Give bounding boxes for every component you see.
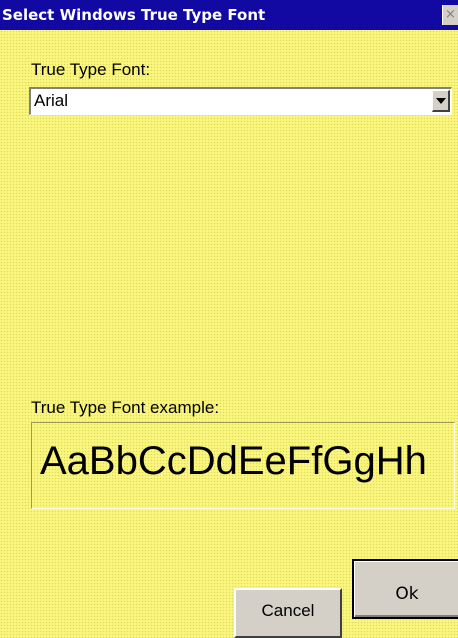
close-button[interactable]: ×	[442, 5, 458, 25]
ok-button-label: Ok	[395, 584, 419, 604]
font-example-label: True Type Font example:	[31, 398, 220, 417]
cancel-button-label: Cancel	[261, 601, 315, 620]
font-preview-box: AaBbCcDdEeFfGgHh	[31, 422, 455, 509]
title-bar: Select Windows True Type Font ×	[0, 0, 458, 30]
font-preview-text: AaBbCcDdEeFfGgHh	[40, 439, 427, 483]
close-icon: ×	[445, 7, 456, 22]
chevron-down-icon[interactable]	[432, 90, 450, 112]
window-title: Select Windows True Type Font	[2, 6, 266, 24]
ok-button[interactable]: Ok	[352, 559, 458, 619]
font-select-label: True Type Font:	[31, 60, 151, 79]
font-select[interactable]: Arial	[29, 87, 452, 115]
font-select-value: Arial	[34, 91, 69, 110]
cancel-button[interactable]: Cancel	[234, 588, 342, 638]
